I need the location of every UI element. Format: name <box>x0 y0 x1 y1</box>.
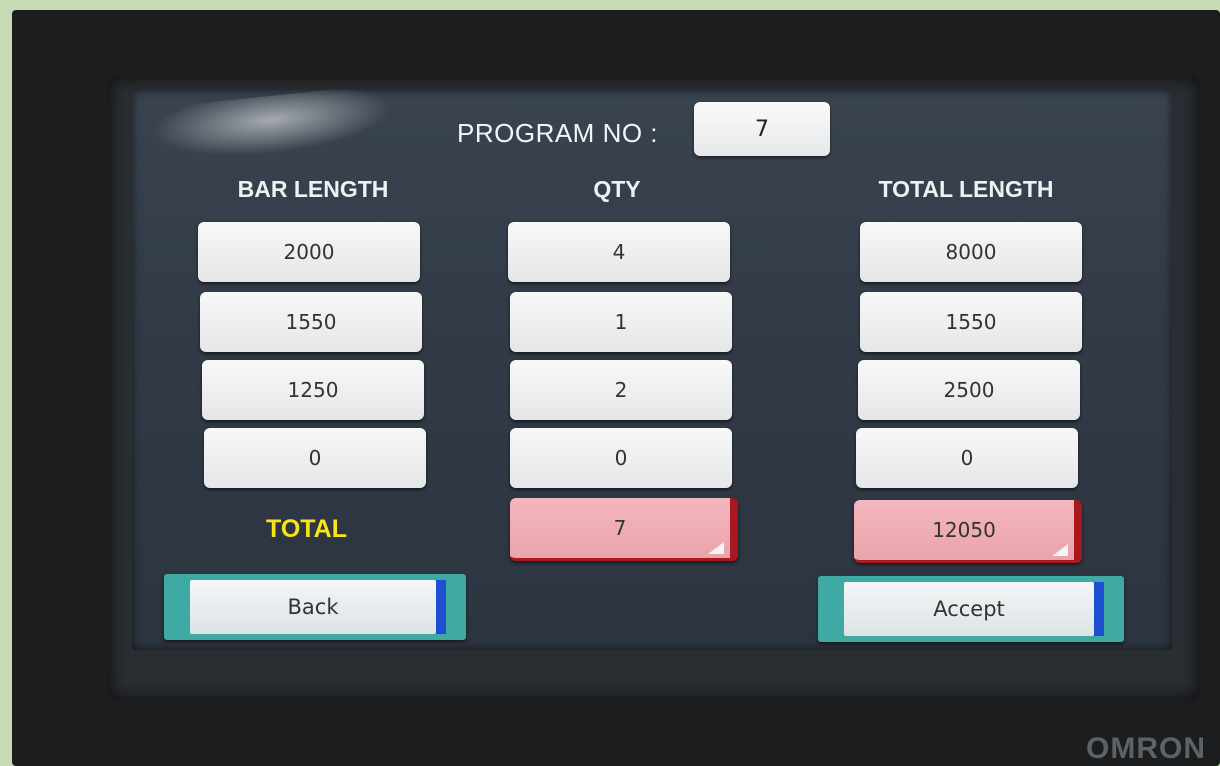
fold-corner-icon <box>708 542 724 554</box>
program-number-field[interactable]: 7 <box>694 102 830 156</box>
bar-length-field-1[interactable]: 2000 <box>198 222 420 282</box>
qty-field-3[interactable]: 2 <box>510 360 732 420</box>
total-length-field-2: 1550 <box>860 292 1082 352</box>
bar-length-header: BAR LENGTH <box>237 176 389 202</box>
back-button-edge <box>436 580 446 634</box>
fold-corner-icon <box>1052 544 1068 556</box>
omron-logo: OMRON <box>1086 732 1206 765</box>
accept-button[interactable]: Accept <box>818 576 1124 642</box>
total-length-header: TOTAL LENGTH <box>878 176 1054 202</box>
bar-length-field-4[interactable]: 0 <box>204 428 426 488</box>
total-length-field-4: 0 <box>856 428 1078 488</box>
total-qty-display: 7 <box>510 498 738 561</box>
back-button[interactable]: Back <box>164 574 466 640</box>
accept-button-edge <box>1094 582 1104 636</box>
qty-field-1[interactable]: 4 <box>508 222 730 282</box>
total-label: TOTAL <box>266 515 348 543</box>
total-length-display: 12050 <box>854 500 1082 563</box>
total-qty-value: 7 <box>613 516 627 540</box>
screen-glare <box>139 90 405 170</box>
total-length-field-3: 2500 <box>858 360 1080 420</box>
qty-field-4[interactable]: 0 <box>510 428 732 488</box>
total-length-field-1: 8000 <box>860 222 1082 282</box>
bar-length-field-2[interactable]: 1550 <box>200 292 422 352</box>
program-number-label: PROGRAM NO : <box>457 118 659 148</box>
qty-field-2[interactable]: 1 <box>510 292 732 352</box>
qty-header: QTY <box>593 176 641 202</box>
accept-button-face[interactable]: Accept <box>844 582 1094 636</box>
hmi-screen: PROGRAM NO : 7 BAR LENGTH QTY TOTAL LENG… <box>132 90 1172 650</box>
hmi-device-frame: PROGRAM NO : 7 BAR LENGTH QTY TOTAL LENG… <box>12 10 1220 766</box>
accept-button-label: Accept <box>933 597 1005 621</box>
total-length-value: 12050 <box>932 518 996 542</box>
bar-length-field-3[interactable]: 1250 <box>202 360 424 420</box>
back-button-face[interactable]: Back <box>190 580 436 634</box>
back-button-label: Back <box>287 595 339 619</box>
